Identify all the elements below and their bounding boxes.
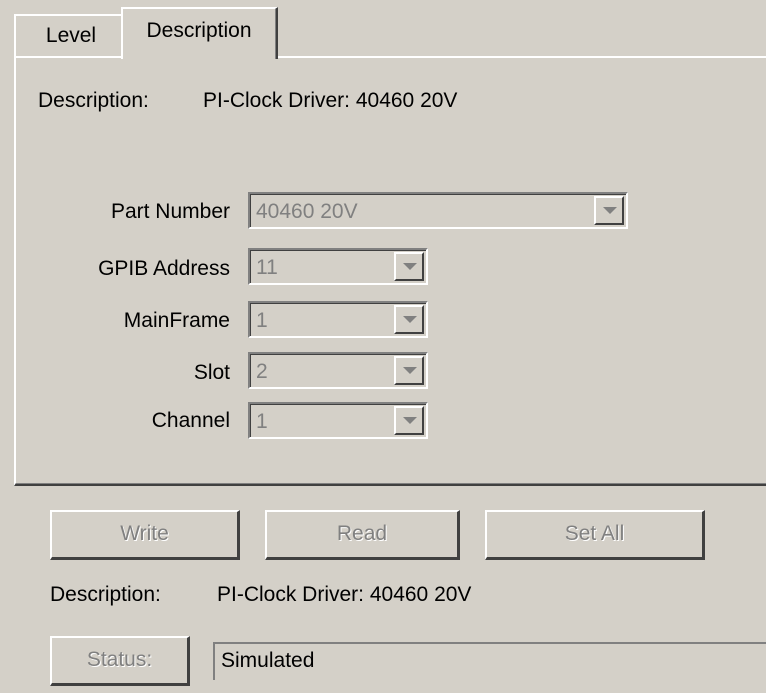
panel-description-value: PI-Clock Driver: 40460 20V — [203, 89, 458, 112]
tab-level-label: Level — [45, 24, 97, 47]
write-button-label: Write — [120, 522, 169, 545]
slot-combo[interactable]: 2 — [248, 352, 428, 389]
mainframe-label: MainFrame — [123, 309, 230, 332]
gpib-address-label: GPIB Address — [98, 257, 230, 280]
read-button-label: Read — [336, 522, 388, 545]
status-button-label: Status: — [86, 648, 153, 671]
channel-label: Channel — [151, 409, 230, 432]
gpib-address-combo[interactable]: 11 — [248, 248, 428, 285]
mainframe-dropdown-button[interactable] — [394, 305, 424, 334]
slot-dropdown-button[interactable] — [394, 356, 424, 385]
channel-combo[interactable]: 1 — [248, 402, 428, 439]
part-number-label: Part Number — [110, 200, 230, 223]
channel-dropdown-button[interactable] — [394, 406, 424, 435]
write-button[interactable]: Write — [50, 510, 240, 560]
read-button[interactable]: Read — [265, 510, 460, 560]
chevron-down-icon — [403, 367, 417, 374]
panel-description-label: Description: — [38, 89, 149, 112]
chevron-down-icon — [403, 263, 417, 270]
tab-description[interactable]: Description — [121, 7, 278, 59]
chevron-down-icon — [403, 316, 417, 323]
part-number-value: 40460 20V — [256, 200, 358, 223]
part-number-dropdown-button[interactable] — [594, 196, 624, 225]
part-number-combo[interactable]: 40460 20V — [248, 192, 628, 229]
footer-description-value: PI-Clock Driver: 40460 20V — [217, 583, 472, 606]
footer-description-label: Description: — [50, 583, 161, 606]
status-field: Simulated — [213, 642, 766, 680]
channel-value: 1 — [256, 410, 268, 433]
chevron-down-icon — [403, 417, 417, 424]
slot-value: 2 — [256, 360, 268, 383]
status-value: Simulated — [221, 649, 315, 672]
slot-label: Slot — [193, 361, 230, 384]
set-all-button[interactable]: Set All — [485, 510, 705, 560]
tab-description-label: Description — [146, 19, 252, 42]
chevron-down-icon — [603, 207, 617, 214]
gpib-address-value: 11 — [256, 256, 278, 279]
set-all-button-label: Set All — [564, 522, 625, 545]
gpib-address-dropdown-button[interactable] — [394, 252, 424, 281]
tab-level[interactable]: Level — [14, 14, 126, 56]
status-button[interactable]: Status: — [50, 636, 190, 686]
mainframe-combo[interactable]: 1 — [248, 301, 428, 338]
mainframe-value: 1 — [256, 309, 268, 332]
